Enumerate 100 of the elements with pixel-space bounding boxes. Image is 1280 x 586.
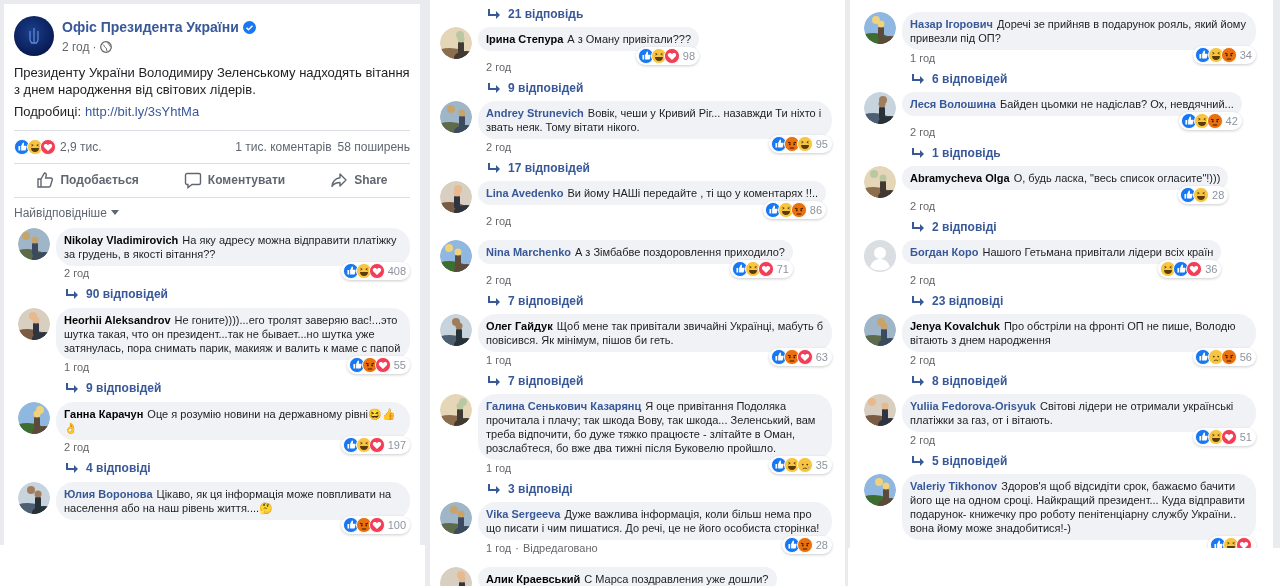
replies-link[interactable]: 1 відповідь [912, 143, 1001, 162]
commenter-name[interactable]: Назар Ігорович [910, 18, 993, 30]
share-button[interactable]: Share [324, 166, 394, 194]
comment-time[interactable]: 1 год [486, 459, 512, 477]
replies-link[interactable]: 5 відповідей [912, 451, 1008, 470]
commenter-name[interactable]: Юлия Воронова [64, 487, 153, 500]
emblem-avatar-icon [14, 16, 54, 56]
replies-link[interactable]: 8 відповідей [912, 371, 1008, 390]
comment-time[interactable]: 2 год [64, 265, 90, 282]
commenter-name[interactable]: Nikolay Vladimirovich [64, 233, 179, 246]
details-label: Подробиці: [14, 103, 81, 121]
replies-link[interactable]: 6 відповідей [912, 69, 1008, 88]
commenter-name[interactable]: Леся Волошина [910, 98, 996, 110]
replies-link[interactable]: 7 відповідей [488, 291, 584, 310]
reaction-count: 98 [682, 50, 696, 62]
commenter-name[interactable]: Yuliia Fedorova-Orisyuk [910, 400, 1036, 412]
comment-time[interactable]: 1 год [64, 359, 90, 376]
reaction-count: 197 [387, 438, 406, 451]
share-arrow-icon [330, 171, 349, 189]
comment-text: Леся Волошина Байден цьомки не надіслав? Ох, невдячний... [910, 97, 1234, 111]
reaction-count: 51 [1239, 431, 1252, 443]
reply-arrow-icon [66, 463, 78, 473]
reaction-count: 28 [815, 539, 828, 551]
commenter-name[interactable]: Богдан Коро [910, 246, 979, 258]
reply-arrow-icon [66, 289, 78, 299]
comment-time[interactable]: 1 год [486, 351, 512, 369]
reaction-count: 36 [1205, 263, 1218, 275]
comment-time[interactable]: 2 год [486, 58, 512, 76]
replies-link[interactable]: 90 відповідей [66, 285, 168, 303]
like-button[interactable]: Подобається [30, 166, 145, 194]
comment-button[interactable]: Коментувати [177, 166, 292, 194]
comment-time[interactable]: 2 год [486, 212, 512, 230]
reaction-count: 86 [809, 204, 823, 216]
comment-text: Олег Гайдук Щоб мене так привітали звичайні Українці, мабуть б повісився. Як мінімум, пішов би геть. [486, 319, 824, 347]
replies-link[interactable]: 9 відповідей [488, 78, 584, 97]
reaction-total[interactable]: 2,9 тис. [60, 137, 102, 156]
replies-link[interactable]: 3 відповіді [488, 479, 573, 498]
commenter-name[interactable]: Vika Sergeeva [486, 508, 561, 520]
sort-dropdown[interactable]: Найвідповідніше [14, 203, 119, 222]
reaction-count: 408 [387, 264, 406, 277]
reaction-count: 35 [815, 459, 828, 471]
reply-arrow-icon [488, 375, 500, 386]
reply-arrow-icon [912, 147, 924, 158]
commenter-name[interactable]: Andrey Strunevich [486, 107, 584, 119]
replies-link[interactable]: 2 відповіді [912, 217, 997, 236]
commenter-name[interactable]: Abramycheva Olga [910, 172, 1010, 184]
comment-text: Ірина Степура А з Оману привітали??? [486, 32, 692, 46]
comment-time[interactable]: 1 год [486, 539, 512, 557]
reaction-count: 95 [815, 138, 828, 150]
comment-time[interactable]: 2 год [910, 271, 936, 289]
comment-text: Ганна Карачун Оце я розумію новини на державному рівні😆👍 👌 [64, 406, 398, 435]
commenter-name[interactable]: Олег Гайдук [486, 320, 553, 332]
comment-time[interactable]: 2 год [486, 271, 512, 289]
comment-text: Jenya Kovalchuk Про обстріли на фронті ОП не пише, Володю вітають з днем народження [910, 319, 1237, 347]
commenter-name[interactable]: Jenya Kovalchuk [910, 320, 1000, 332]
reply-arrow-icon [66, 383, 78, 393]
comment-text: Andrey Strunevich Вовік, чеши у Кривий Ріг... назавжди Ти ніхто і звать неяк. Тому вітати нікого. [486, 106, 823, 134]
replies-link[interactable]: 9 відповідей [66, 379, 162, 397]
comment-time[interactable]: 2 год [486, 138, 512, 156]
comment-text: Lina Avedenko Ви йому НАШі передайте , ті що у коментарях !!.. [486, 186, 819, 200]
commenter-name[interactable]: Алик Краевський [486, 573, 581, 585]
post-time[interactable]: 2 год [62, 37, 90, 56]
comment-time[interactable]: 2 год [910, 123, 936, 141]
replies-link[interactable]: 4 відповіді [66, 459, 151, 477]
replies-link[interactable]: 17 відповідей [488, 158, 590, 177]
replies-link[interactable]: 21 відповідь [488, 4, 584, 23]
comment-time[interactable]: 1 год [910, 49, 936, 67]
page-name[interactable]: Офіс Президента України [62, 16, 239, 38]
comment-time[interactable]: 2 год [910, 351, 936, 369]
comment-time[interactable]: 2 год [64, 439, 90, 456]
comment-text: Nina Marchenko А з Зімбабве поздоровлення приходило? [486, 245, 785, 259]
replies-link[interactable]: 23 відповіді [912, 291, 1004, 310]
comment-time[interactable]: 2 год [910, 197, 936, 215]
post-link[interactable]: http://bit.ly/3sYhtMa [85, 102, 200, 122]
reply-arrow-icon [912, 295, 924, 306]
commenter-name[interactable]: Ірина Степура [486, 33, 564, 45]
commenter-name[interactable]: Valeriy Tikhonov [910, 480, 998, 492]
replies-link[interactable]: 7 відповідей [488, 371, 584, 390]
comment-text: Yuliia Fedorova-Orisyuk Світові лідери не отримали українські платіжки за газ, от і вітають. [910, 399, 1235, 427]
caret-icon [110, 210, 119, 215]
comment-text: Heorhii Aleksandrov Не гоните))))...его тролят заверяю вас!...это шутка такая, что он президент...так не бывает...но шутка уже затянулась, пора снимать парик, макияж и валить к маме с папой [64, 312, 402, 355]
comment-count[interactable]: 1 тис. коментарів [235, 137, 332, 156]
reply-arrow-icon [912, 375, 924, 386]
reaction-count: 56 [1239, 351, 1252, 363]
comment-text: Галина Сенькович Казарянц Я оце привітання Подоляка прочитала і плачу; так шкода Вову, так шкода... Зеленський, вам треба відпочити, бо дуже тяжко працюєте - злітайте в Оман, розслабтеся, бо вже два тижні після Буковелю пройшло. [486, 399, 817, 455]
comment-text: Богдан Коро Нашого Гетьмана привітали лідери всіх країн [910, 245, 1214, 259]
comment-text: Алик Краевський С Марса поздравления уже дошли? [486, 572, 769, 586]
reaction-count: 63 [815, 351, 828, 363]
share-count[interactable]: 58 поширень [337, 137, 410, 156]
comment-text: Vika Sergeeva Дуже важлива інформація, коли більш нема про що писати і чим пишатися. До речі, це не його особиста сторінка! [486, 507, 821, 535]
commenter-name[interactable]: Ганна Карачун [64, 407, 144, 420]
commenter-name[interactable]: Heorhii Aleksandrov [64, 313, 171, 326]
reply-arrow-icon [912, 221, 924, 232]
comment-time[interactable]: 2 год [910, 431, 936, 449]
reaction-count: 71 [776, 263, 789, 275]
commenter-name[interactable]: Lina Avedenko [486, 187, 564, 199]
reply-arrow-icon [488, 295, 500, 306]
reply-arrow-icon [912, 73, 924, 84]
commenter-name[interactable]: Nina Marchenko [486, 246, 571, 258]
commenter-name[interactable]: Галина Сенькович Казарянц [486, 400, 642, 412]
